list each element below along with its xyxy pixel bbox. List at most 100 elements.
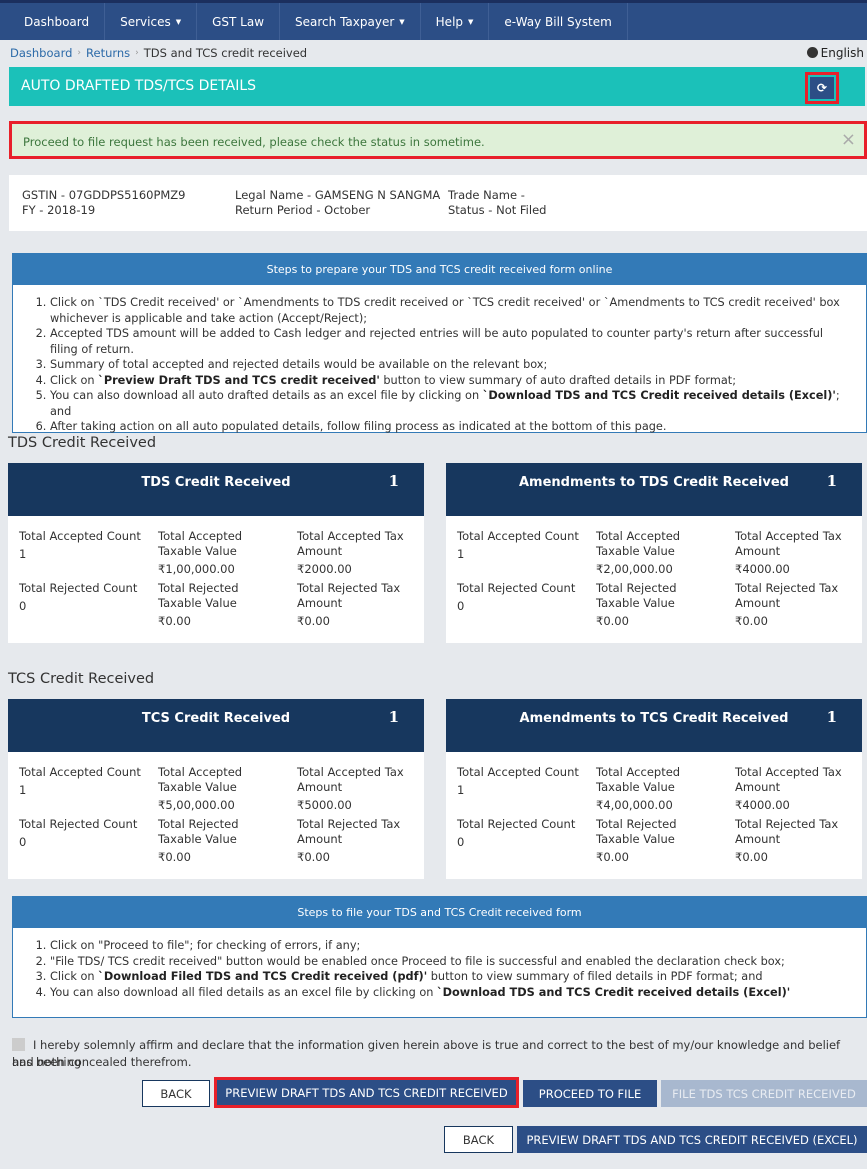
label: Amount [735, 544, 781, 558]
card-tcs-credit[interactable]: TCS Credit Received 1 Total Accepted Count… [8, 699, 424, 879]
value: ₹0.00 [596, 850, 629, 864]
label: Taxable Value [158, 780, 237, 794]
proceed-to-file-button[interactable]: PROCEED TO FILE [523, 1080, 657, 1107]
refresh-button[interactable]: ⟳ [810, 77, 834, 99]
file-steps-panel: Steps to file your TDS and TCS Credit re… [12, 896, 867, 1018]
tcs-section-title: TCS Credit Received [8, 671, 155, 687]
preview-draft-excel-button[interactable]: PREVIEW DRAFT TDS AND TCS CREDIT RECEIVE… [517, 1126, 867, 1153]
rejected-count-cell: Total Rejected Count 0 [457, 581, 575, 614]
label: Total Accepted Tax [297, 765, 404, 779]
success-alert: Proceed to file request has been receive… [9, 121, 867, 159]
value: 0 [457, 599, 465, 613]
gstin: GSTIN - 07GDDPS5160PMZ9 [22, 188, 186, 202]
label: Taxable Value [596, 596, 675, 610]
accepted-count-cell: Total Accepted Count 1 [457, 529, 579, 562]
card-title: TDS Credit Received [141, 475, 291, 490]
prepare-steps-panel: Steps to prepare your TDS and TCS credit… [12, 253, 867, 433]
file-steps-list: Click on "Proceed to file"; for checking… [13, 928, 866, 1010]
step-item: Click on `TDS Credit received' or `Amend… [50, 295, 846, 326]
rejected-tax-cell: Total Rejected Tax Amount ₹0.00 [297, 817, 400, 865]
declaration-text-line2: has been concealed therefrom. [12, 1055, 192, 1069]
nav-services[interactable]: Services ▼ [105, 3, 198, 40]
value: 1 [19, 547, 27, 561]
language-selector[interactable]: English [806, 46, 864, 60]
label: Taxable Value [596, 780, 675, 794]
preview-draft-button[interactable]: PREVIEW DRAFT TDS AND TCS CREDIT RECEIVE… [214, 1077, 519, 1108]
breadcrumb: Dashboard › Returns › TDS and TCS credit… [0, 40, 867, 66]
value: ₹2000.00 [297, 562, 352, 576]
back-button[interactable]: BACK [142, 1080, 210, 1107]
card-count: 1 [388, 472, 399, 490]
value: ₹0.00 [297, 850, 330, 864]
card-title: Amendments to TCS Credit Received [519, 711, 789, 726]
caret-down-icon: ▼ [468, 17, 474, 26]
nav-eway-bill[interactable]: e-Way Bill System [489, 3, 628, 40]
return-period: Return Period - October [235, 203, 371, 217]
accepted-taxable-cell: Total Accepted Taxable Value ₹4,00,000.00 [596, 765, 680, 813]
step-item: You can also download all filed details … [50, 985, 846, 1001]
accepted-taxable-cell: Total Accepted Taxable Value ₹5,00,000.00 [158, 765, 242, 813]
label: Taxable Value [596, 832, 675, 846]
value: ₹4000.00 [735, 562, 790, 576]
value: ₹0.00 [158, 850, 191, 864]
breadcrumb-separator: › [77, 48, 82, 58]
label: Total Rejected Tax [297, 581, 401, 595]
value: ₹2,00,000.00 [596, 562, 673, 576]
close-icon[interactable]: × [841, 129, 856, 150]
caret-down-icon: ▼ [399, 17, 405, 26]
step-item: You can also download all auto drafted d… [50, 388, 846, 419]
accepted-count-cell: Total Accepted Count 1 [19, 765, 141, 798]
step-item: "File TDS/ TCS credit received" button w… [50, 954, 846, 970]
card-count: 1 [826, 708, 837, 726]
label: Total Rejected Count [457, 817, 576, 831]
file-tds-tcs-button[interactable]: FILE TDS TCS CREDIT RECEIVED [661, 1080, 867, 1107]
label: Total Rejected Tax [297, 817, 401, 831]
value: 0 [457, 835, 465, 849]
label: Total Accepted [596, 529, 681, 543]
label: Total Accepted Count [19, 765, 141, 779]
card-tds-credit[interactable]: TDS Credit Received 1 Total Accepted Count… [8, 463, 424, 643]
caret-down-icon: ▼ [175, 17, 182, 26]
step-item: Accepted TDS amount will be added to Cas… [50, 326, 846, 357]
alert-message: Proceed to file request has been receive… [23, 135, 485, 149]
accepted-tax-cell: Total Accepted Tax Amount ₹2000.00 [297, 529, 404, 577]
nav-label: e-Way Bill System [504, 14, 612, 29]
accepted-taxable-cell: Total Accepted Taxable Value ₹2,00,000.00 [596, 529, 680, 577]
nav-gst-law[interactable]: GST Law [197, 3, 281, 40]
value: 1 [457, 547, 465, 561]
back-button-2[interactable]: BACK [444, 1126, 513, 1153]
rejected-tax-cell: Total Rejected Tax Amount ₹0.00 [297, 581, 400, 629]
step-item: Click on "Proceed to file"; for checking… [50, 938, 846, 954]
info-col-3: Trade Name - Status - Not Filed [448, 188, 546, 218]
card-header: TCS Credit Received 1 [8, 699, 424, 752]
breadcrumb-dashboard[interactable]: Dashboard [10, 46, 72, 60]
accepted-tax-cell: Total Accepted Tax Amount ₹4000.00 [735, 529, 842, 577]
refresh-highlight: ⟳ [805, 72, 839, 104]
value: ₹0.00 [735, 850, 768, 864]
info-col-1: GSTIN - 07GDDPS5160PMZ9 FY - 2018-19 [22, 188, 186, 218]
card-amendments-tds-credit[interactable]: Amendments to TDS Credit Received 1 Total … [446, 463, 862, 643]
label: Amount [297, 596, 343, 610]
label: Total Rejected Tax [735, 581, 839, 595]
rejected-count-cell: Total Rejected Count 0 [19, 581, 137, 614]
nav-search-taxpayer[interactable]: Search Taxpayer ▼ [280, 3, 421, 40]
card-amendments-tcs-credit[interactable]: Amendments to TCS Credit Received 1 Total … [446, 699, 862, 879]
label: Total Rejected [596, 581, 677, 595]
label: Amount [297, 780, 343, 794]
label: Amount [297, 544, 343, 558]
financial-year: FY - 2018-19 [22, 203, 96, 217]
label: Amount [297, 832, 343, 846]
declaration-checkbox[interactable] [12, 1038, 25, 1051]
label: Total Rejected [596, 817, 677, 831]
nav-dashboard[interactable]: Dashboard [9, 3, 106, 40]
step-emphasis: `Download TDS and TCS Credit received de… [437, 985, 791, 999]
file-steps-title: Steps to file your TDS and TCS Credit re… [13, 897, 866, 928]
label: Total Accepted Count [457, 529, 579, 543]
accepted-taxable-cell: Total Accepted Taxable Value ₹1,00,000.00 [158, 529, 242, 577]
main-navbar: Dashboard Services ▼ GST Law Search Taxpa… [0, 0, 867, 40]
value: ₹5000.00 [297, 798, 352, 812]
label: Taxable Value [158, 544, 237, 558]
breadcrumb-returns[interactable]: Returns [86, 46, 130, 60]
label: Total Rejected Count [457, 581, 576, 595]
nav-help[interactable]: Help ▼ [421, 3, 490, 40]
